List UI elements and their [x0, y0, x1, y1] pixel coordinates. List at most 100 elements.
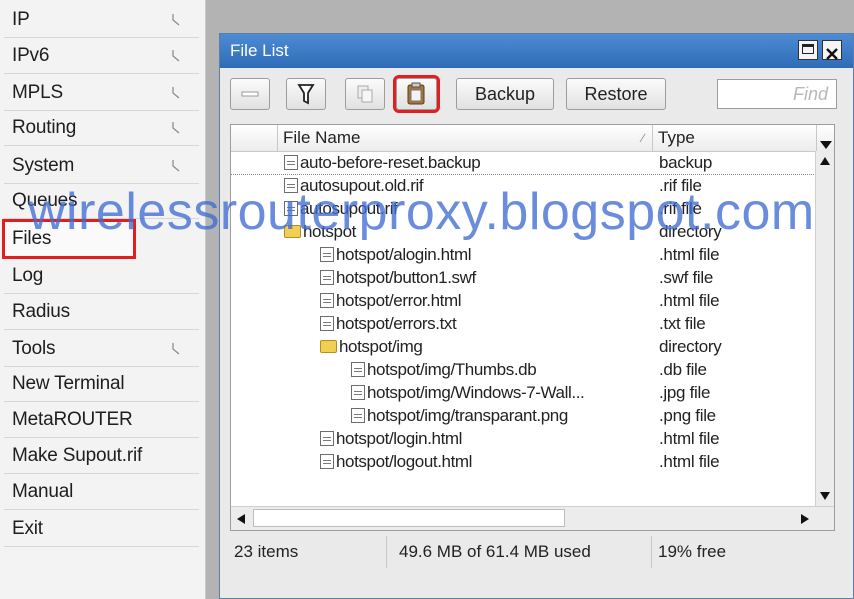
file-name-cell: autosupout.rif: [284, 198, 398, 220]
restore-button[interactable]: Restore: [566, 78, 666, 110]
menu-item-label: System: [12, 155, 75, 176]
table-row[interactable]: hotspot/img directory: [231, 336, 816, 358]
menu-item-label: MetaROUTER: [12, 409, 133, 430]
submenu-arrow-icon: [172, 160, 180, 172]
scroll-left-icon[interactable]: [237, 514, 245, 524]
menu-item-radius[interactable]: Radius: [4, 294, 199, 330]
copy-button[interactable]: [345, 78, 385, 110]
menu-item-label: Queues: [12, 190, 78, 211]
file-type-cell: .html file: [659, 429, 720, 448]
file-icon: [320, 247, 334, 262]
file-name-cell: hotspot/img/transparant.png: [351, 405, 568, 427]
folder-icon: [284, 225, 301, 238]
maximize-button[interactable]: [798, 40, 818, 60]
file-name-text: auto-before-reset.backup: [300, 153, 481, 172]
menu-item-exit[interactable]: Exit: [4, 511, 199, 547]
table-row[interactable]: autosupout.old.rif .rif file: [231, 175, 816, 197]
table-row[interactable]: hotspot/img/transparant.png .png file: [231, 405, 816, 427]
menu-item-label: Manual: [12, 481, 74, 502]
file-icon: [284, 201, 298, 216]
table-row[interactable]: hotspot directory: [231, 221, 816, 243]
menu-item-system[interactable]: System: [4, 148, 199, 184]
workspace: File List Backup Restore Find File Name …: [206, 0, 854, 599]
file-type-cell: .txt file: [659, 314, 706, 333]
folder-icon: [320, 340, 337, 353]
file-name-cell: hotspot/errors.txt: [320, 313, 457, 335]
table-row[interactable]: hotspot/button1.swf .swf file: [231, 267, 816, 289]
file-type-cell: .html file: [659, 245, 720, 264]
file-name-text: hotspot: [303, 222, 356, 241]
file-name-cell: auto-before-reset.backup: [284, 152, 481, 174]
scroll-right-icon[interactable]: [801, 514, 809, 524]
horizontal-scroll-thumb[interactable]: [253, 509, 565, 527]
menu-item-tools[interactable]: Tools: [4, 331, 199, 367]
table-row[interactable]: hotspot/alogin.html .html file: [231, 244, 816, 266]
file-type-cell: .db file: [659, 360, 707, 379]
vertical-scrollbar[interactable]: [815, 151, 834, 506]
column-header-type[interactable]: Type: [653, 125, 817, 151]
file-name-cell: hotspot/login.html: [320, 428, 462, 450]
file-type-cell: .html file: [659, 291, 720, 310]
backup-button[interactable]: Backup: [456, 78, 554, 110]
file-name-cell: hotspot/img/Windows-7-Wall...: [351, 382, 585, 404]
backup-button-label: Backup: [474, 84, 536, 104]
table-row[interactable]: hotspot/errors.txt .txt file: [231, 313, 816, 335]
table-row[interactable]: hotspot/logout.html .html file: [231, 451, 816, 473]
menu-item-label: MPLS: [12, 82, 63, 103]
table-row[interactable]: auto-before-reset.backup backup: [231, 152, 816, 174]
menu-item-label: Routing: [12, 117, 77, 138]
horizontal-scrollbar[interactable]: [231, 506, 834, 530]
column-header-file-name[interactable]: File Name ∕: [278, 125, 653, 151]
menu-item-files[interactable]: Files: [2, 219, 136, 259]
menu-item-label: Exit: [12, 518, 43, 539]
submenu-arrow-icon: [172, 50, 180, 62]
file-type-cell: .rif file: [659, 199, 702, 218]
file-type-cell: .png file: [659, 406, 716, 425]
table-row[interactable]: hotspot/img/Thumbs.db .db file: [231, 359, 816, 381]
sort-icon: ∕: [641, 131, 644, 145]
file-list-window: File List Backup Restore Find File Name …: [219, 33, 854, 599]
table-row[interactable]: hotspot/img/Windows-7-Wall... .jpg file: [231, 382, 816, 404]
menu-item-ip[interactable]: IP: [4, 2, 199, 38]
copy-icon: [357, 85, 373, 103]
file-table: File Name ∕ Type auto-before-reset.backu…: [230, 124, 835, 531]
file-icon: [320, 293, 334, 308]
menu-item-ipv6[interactable]: IPv6: [4, 38, 199, 74]
table-row[interactable]: hotspot/login.html .html file: [231, 428, 816, 450]
submenu-arrow-icon: [172, 343, 180, 355]
menu-item-queues[interactable]: Queues: [4, 183, 199, 219]
table-row[interactable]: hotspot/error.html .html file: [231, 290, 816, 312]
file-type-cell: .swf file: [659, 268, 713, 287]
find-input[interactable]: Find: [717, 79, 837, 109]
file-name-text: hotspot/img: [339, 337, 423, 356]
window-titlebar[interactable]: File List: [220, 34, 853, 68]
menu-item-make-supout-rif[interactable]: Make Supout.rif: [4, 438, 199, 474]
paste-button[interactable]: [393, 75, 440, 113]
menu-item-metarouter[interactable]: MetaROUTER: [4, 402, 199, 438]
file-name-text: autosupout.old.rif: [300, 176, 424, 195]
scroll-down-icon[interactable]: [820, 492, 830, 500]
filter-button[interactable]: [286, 78, 326, 110]
file-type-cell: directory: [659, 337, 722, 356]
file-name-cell: hotspot/logout.html: [320, 451, 472, 473]
file-name-text: hotspot/logout.html: [336, 452, 473, 471]
menu-item-log[interactable]: Log: [4, 258, 199, 294]
menu-item-routing[interactable]: Routing: [4, 110, 199, 146]
file-name-cell: hotspot/img: [320, 336, 423, 358]
restore-button-label: Restore: [584, 84, 648, 104]
menu-item-label: IPv6: [12, 45, 50, 66]
find-placeholder: Find: [792, 84, 828, 104]
table-row[interactable]: autosupout.rif .rif file: [231, 198, 816, 220]
menu-item-label: IP: [12, 9, 30, 30]
file-name-text: hotspot/error.html: [336, 291, 462, 310]
column-header-file-name-label: File Name: [283, 128, 361, 147]
menu-item-label: Log: [12, 265, 44, 286]
status-item-count: 23 items: [230, 536, 387, 568]
remove-button[interactable]: [230, 78, 270, 110]
close-button[interactable]: [822, 40, 842, 60]
menu-item-manual[interactable]: Manual: [4, 474, 199, 510]
scroll-up-icon[interactable]: [820, 157, 830, 165]
menu-item-new-terminal[interactable]: New Terminal: [4, 366, 199, 402]
menu-item-mpls[interactable]: MPLS: [4, 75, 199, 111]
table-header: File Name ∕ Type: [231, 125, 834, 152]
